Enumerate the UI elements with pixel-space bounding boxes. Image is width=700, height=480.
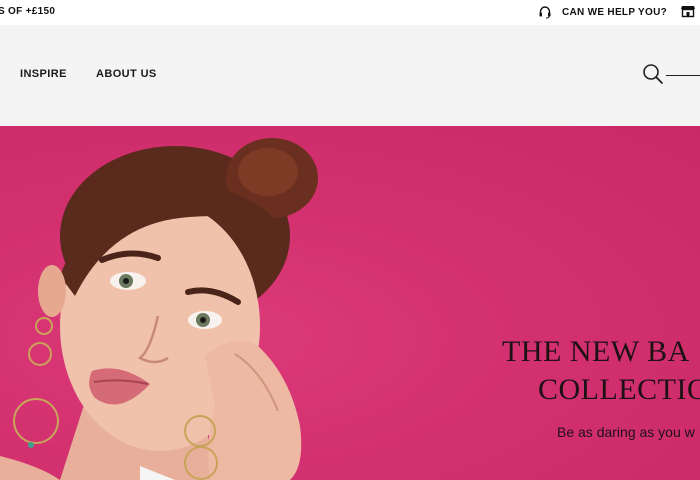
- help-label: CAN WE HELP YOU?: [562, 6, 667, 18]
- hero-subtitle: Be as daring as you w: [557, 424, 695, 440]
- headset-icon: [538, 5, 552, 19]
- top-bar: S OF +£150 CAN WE HELP YOU?: [0, 0, 700, 25]
- hero-banner[interactable]: THE NEW BA COLLECTIO Be as daring as you…: [0, 126, 700, 480]
- hero-title-line-2: COLLECTIO: [538, 373, 700, 406]
- main-navigation: INSPIRE ABOUT US: [0, 25, 700, 126]
- nav-item-about-us[interactable]: ABOUT US: [96, 68, 157, 80]
- promo-text: S OF +£150: [0, 6, 56, 17]
- nav-item-inspire[interactable]: INSPIRE: [20, 68, 67, 80]
- store-icon[interactable]: [680, 3, 696, 19]
- help-link[interactable]: CAN WE HELP YOU?: [538, 4, 667, 20]
- hero-title: THE NEW BA COLLECTIO: [502, 333, 700, 409]
- hero-title-line-1: THE NEW BA: [502, 335, 690, 368]
- search-input[interactable]: [666, 75, 700, 76]
- search-icon[interactable]: [642, 63, 664, 90]
